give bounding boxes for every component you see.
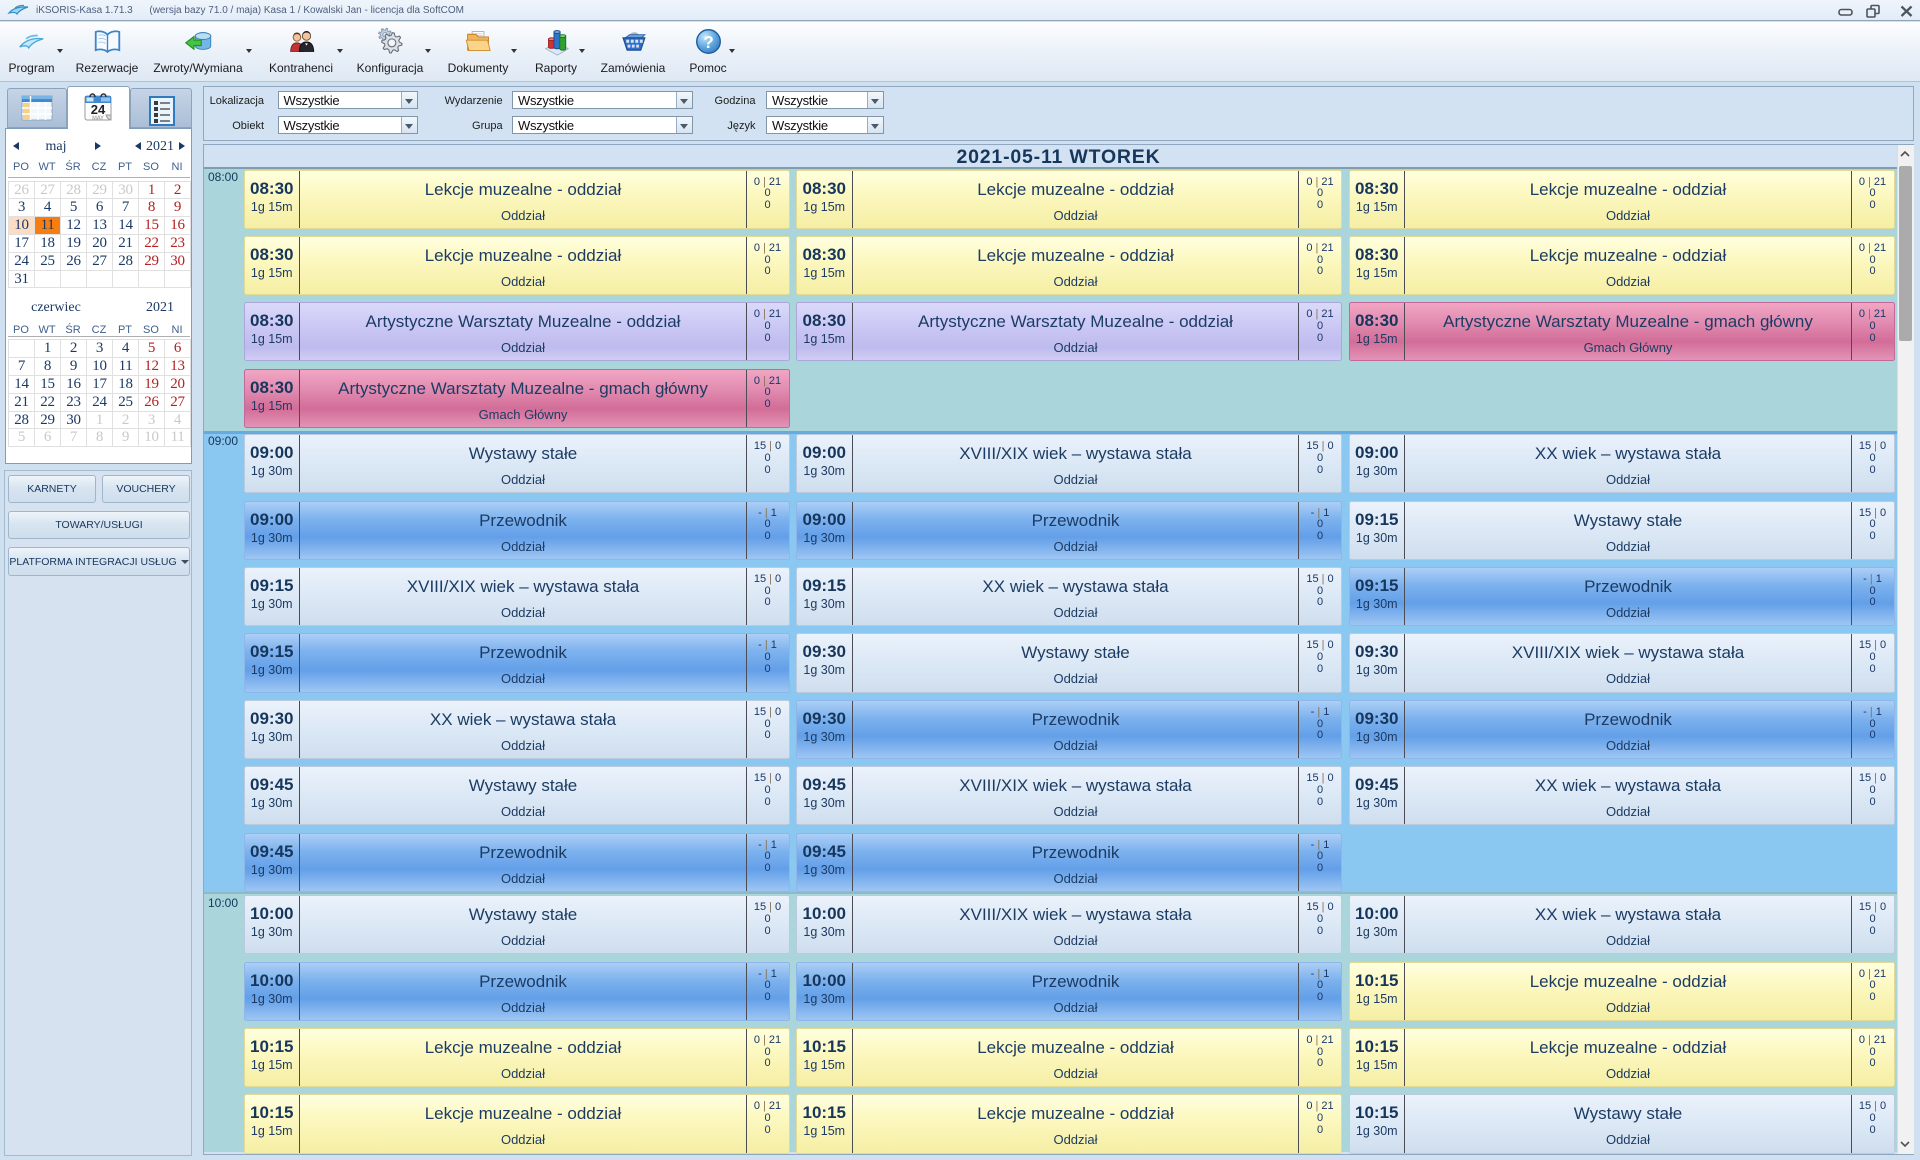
- svg-text:MAY: MAY: [92, 116, 104, 122]
- svg-text:?: ?: [703, 32, 714, 52]
